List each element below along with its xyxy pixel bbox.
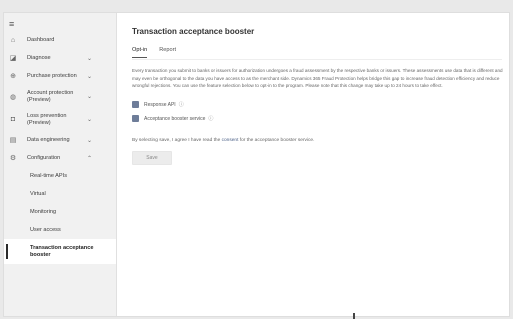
tabs-divider xyxy=(132,59,502,60)
sidebar-item-label: Loss prevention (Preview) xyxy=(27,112,67,126)
sidebar-item-label: Virtual xyxy=(30,190,46,197)
sidebar-item-label: Data engineering xyxy=(27,136,70,143)
data-icon: ▤ xyxy=(9,137,17,144)
sidebar-item-monitoring[interactable]: Monitoring xyxy=(4,203,116,221)
sidebar-item-loss-prevention[interactable]: ◘ Loss prevention (Preview) ⌄ xyxy=(4,108,116,131)
consent-link[interactable]: consent xyxy=(222,138,239,143)
account-icon: ◍ xyxy=(9,93,17,101)
sidebar-item-label: User access xyxy=(30,226,61,233)
sidebar-item-label: Real-time APIs xyxy=(30,172,67,179)
tab-report[interactable]: Report xyxy=(159,45,176,58)
consent-prefix: By selecting save, I agree I have read t… xyxy=(132,137,222,143)
sidebar-item-label: Account protection (Preview) xyxy=(27,89,74,103)
sidebar-item-dashboard[interactable]: ⌂ Dashboard xyxy=(4,31,116,49)
tab-opt-in[interactable]: Opt-in xyxy=(132,45,148,58)
sidebar-nav: ⌂ Dashboard ◪ Diagnose ⌄ ⊕ Purchase prot… xyxy=(4,31,116,264)
acceptance-booster-service-checkbox[interactable] xyxy=(132,115,139,123)
loss-icon: ◘ xyxy=(10,116,16,123)
info-icon[interactable]: ⓘ xyxy=(179,101,184,108)
sidebar-item-label: Configuration xyxy=(27,154,61,161)
description-text: Every transaction you submit to banks or… xyxy=(132,68,503,89)
response-api-option[interactable]: Response API ⓘ xyxy=(132,98,509,112)
acceptance-booster-service-option[interactable]: Acceptance booster service ⓘ xyxy=(132,112,509,126)
chevron-down-icon: ⌄ xyxy=(87,73,93,80)
info-icon[interactable]: ⓘ xyxy=(208,115,213,122)
checkbox-label: Response API xyxy=(144,101,176,108)
gear-icon: ⚙ xyxy=(9,155,17,162)
response-api-checkbox[interactable] xyxy=(132,101,139,109)
main-content: Transaction acceptance booster Opt-in Re… xyxy=(117,13,509,316)
sidebar-item-label: Monitoring xyxy=(30,208,57,215)
sidebar-item-diagnose[interactable]: ◪ Diagnose ⌄ xyxy=(4,49,116,67)
opt-in-options: Response API ⓘ Acceptance booster servic… xyxy=(132,98,509,126)
sidebar-item-real-time-apis[interactable]: Real-time APIs xyxy=(4,167,116,185)
sidebar-item-user-access[interactable]: User access xyxy=(4,221,116,239)
checkbox-label: Acceptance booster service xyxy=(144,115,206,122)
tab-list: Opt-in Report xyxy=(132,45,509,58)
sidebar-item-purchase-protection[interactable]: ⊕ Purchase protection ⌄ xyxy=(4,67,116,85)
page-title: Transaction acceptance booster xyxy=(132,27,255,36)
sidebar-item-label: Dashboard xyxy=(27,36,55,43)
chevron-down-icon: ⌄ xyxy=(87,137,93,144)
chevron-down-icon: ⌄ xyxy=(87,117,93,123)
sidebar-item-transaction-acceptance-booster[interactable]: Transaction acceptance booster xyxy=(4,239,116,264)
sidebar-item-label: Diagnose xyxy=(27,54,51,61)
sidebar: ≡ ⌂ Dashboard ◪ Diagnose ⌄ ⊕ Purchase pr… xyxy=(4,13,117,316)
save-button[interactable]: Save xyxy=(132,150,172,165)
sidebar-item-configuration[interactable]: ⚙ Configuration ⌃ xyxy=(4,149,116,167)
diagnose-icon: ◪ xyxy=(9,55,17,62)
app-window: ≡ ⌂ Dashboard ◪ Diagnose ⌄ ⊕ Purchase pr… xyxy=(3,12,510,317)
shield-icon: ⊕ xyxy=(10,73,16,80)
home-icon: ⌂ xyxy=(10,36,16,44)
hamburger-icon[interactable]: ≡ xyxy=(4,17,116,31)
chevron-down-icon: ⌄ xyxy=(87,55,93,62)
mouse-cursor xyxy=(353,313,355,319)
chevron-down-icon: ⌄ xyxy=(87,94,93,100)
chevron-up-icon: ⌃ xyxy=(87,155,93,162)
sidebar-item-label: Transaction acceptance booster xyxy=(30,244,94,258)
sidebar-item-data-engineering[interactable]: ▤ Data engineering ⌄ xyxy=(4,131,116,149)
consent-suffix: for the acceptance booster service. xyxy=(238,137,315,143)
sidebar-item-account-protection[interactable]: ◍ Account protection (Preview) ⌄ xyxy=(4,85,116,108)
sidebar-item-virtual[interactable]: Virtual xyxy=(4,185,116,203)
sidebar-item-label: Purchase protection xyxy=(27,72,77,79)
consent-text: By selecting save, I agree I have read t… xyxy=(132,138,509,143)
